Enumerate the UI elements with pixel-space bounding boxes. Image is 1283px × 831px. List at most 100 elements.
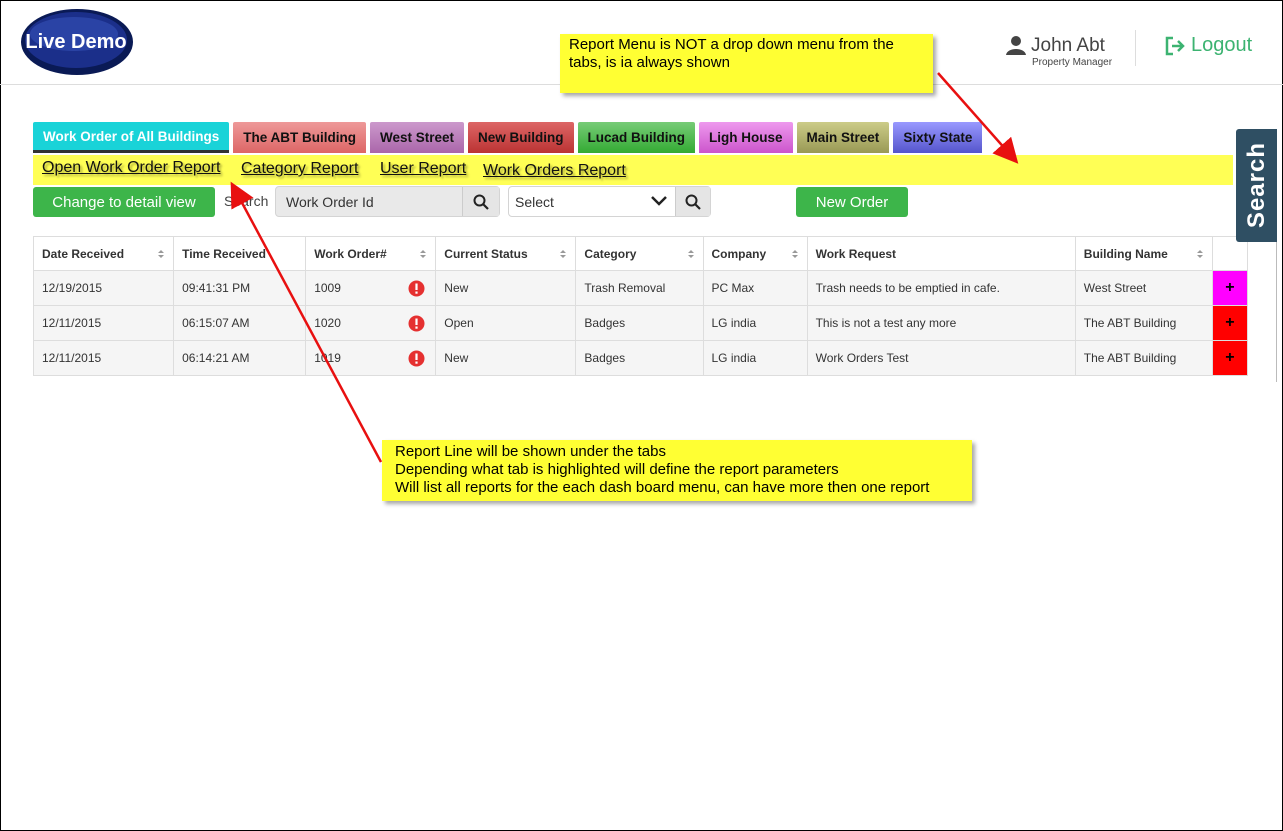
report-line-annotation: Report Line will be shown under the tabs… bbox=[382, 440, 972, 501]
search-icon bbox=[473, 194, 489, 210]
cell-work-order: 1009 bbox=[305, 270, 437, 306]
alert-icon bbox=[408, 315, 425, 332]
table-row[interactable]: 12/19/2015 09:41:31 PM 1009 New Trash Re… bbox=[32, 270, 1249, 306]
cell-work-request: Trash needs to be emptied in cafe. bbox=[806, 270, 1076, 306]
change-to-detail-view-button[interactable]: Change to detail view bbox=[33, 187, 215, 217]
tab-label: The ABT Building bbox=[243, 130, 356, 145]
alert-icon bbox=[408, 280, 425, 297]
filter-select[interactable]: Select bbox=[508, 186, 711, 217]
cell-date: 12/11/2015 bbox=[32, 340, 175, 376]
cell-work-request: Work Orders Test bbox=[806, 340, 1076, 376]
alert-icon bbox=[408, 350, 425, 367]
column-header-company[interactable]: Company bbox=[702, 236, 808, 271]
add-action-button[interactable]: + bbox=[1211, 305, 1249, 341]
logout-button[interactable]: Logout bbox=[1164, 34, 1252, 57]
tab-all-buildings[interactable]: Work Order of All Buildings bbox=[33, 122, 230, 153]
annotation-text: Report Menu is NOT a drop down menu from… bbox=[569, 36, 894, 71]
sort-icon bbox=[791, 250, 798, 258]
tab-abt-building[interactable]: The ABT Building bbox=[233, 122, 366, 153]
logout-icon bbox=[1165, 36, 1185, 55]
cell-company: LG india bbox=[702, 305, 808, 341]
column-header-work-order[interactable]: Work Order# bbox=[305, 236, 437, 271]
cell-time: 06:15:07 AM bbox=[173, 305, 307, 341]
annotation-text: Will list all reports for the each dash … bbox=[395, 479, 930, 496]
header-label: Building Name bbox=[1083, 246, 1168, 261]
column-header-current-status[interactable]: Current Status bbox=[435, 236, 577, 271]
side-search-tab[interactable]: Search bbox=[1236, 129, 1277, 242]
table-row[interactable]: 12/11/2015 06:15:07 AM 1020 Open Badges … bbox=[32, 305, 1249, 341]
tab-label: Ligh House bbox=[709, 130, 783, 145]
select-search-button[interactable] bbox=[675, 187, 710, 216]
header-label: Time Received bbox=[182, 246, 266, 261]
open-work-order-report-link[interactable]: Open Work Order Report bbox=[42, 159, 220, 177]
user-report-link[interactable]: User Report bbox=[380, 160, 466, 178]
annotation-text: Report Line will be shown under the tabs bbox=[395, 443, 666, 460]
column-header-category[interactable]: Category bbox=[575, 236, 704, 271]
sort-icon bbox=[687, 250, 694, 258]
sort-icon bbox=[158, 250, 165, 258]
sort-icon bbox=[1196, 250, 1203, 258]
header-label: Category bbox=[584, 246, 637, 261]
cell-company: PC Max bbox=[702, 270, 808, 306]
cell-date: 12/19/2015 bbox=[32, 270, 175, 306]
cell-time: 06:14:21 AM bbox=[173, 340, 307, 376]
tab-main-street[interactable]: Main Street bbox=[796, 122, 890, 153]
cell-category: Badges bbox=[575, 305, 704, 341]
sort-icon bbox=[420, 250, 427, 258]
column-header-work-request[interactable]: Work Request bbox=[806, 236, 1076, 271]
cell-status: Open bbox=[435, 305, 577, 341]
search-icon bbox=[685, 194, 701, 210]
new-order-button[interactable]: New Order bbox=[796, 187, 908, 217]
header-label: Work Order# bbox=[314, 246, 387, 261]
column-header-building-name[interactable]: Building Name bbox=[1074, 236, 1213, 271]
live-demo-logo[interactable]: Live Demo bbox=[20, 8, 135, 76]
building-tabs: Work Order of All Buildings The ABT Buil… bbox=[33, 122, 983, 153]
tab-lucad-building[interactable]: Lucad Building bbox=[577, 122, 696, 153]
category-report-link[interactable]: Category Report bbox=[241, 160, 358, 178]
cell-date: 12/11/2015 bbox=[32, 305, 175, 341]
add-action-button[interactable]: + bbox=[1211, 270, 1249, 306]
cell-category: Badges bbox=[575, 340, 704, 376]
cell-time: 09:41:31 PM bbox=[173, 270, 307, 306]
work-order-search-input[interactable]: Work Order Id bbox=[275, 186, 500, 217]
table-row[interactable]: 12/11/2015 06:14:21 AM 1019 New Badges L… bbox=[32, 340, 1249, 376]
side-panel-edge bbox=[1276, 242, 1277, 382]
tab-sixty-state[interactable]: Sixty State bbox=[893, 122, 983, 153]
header-label: Work Request bbox=[815, 246, 897, 261]
report-menu-annotation: Report Menu is NOT a drop down menu from… bbox=[560, 34, 933, 93]
search-button[interactable] bbox=[462, 187, 499, 216]
work-order-number: 1020 bbox=[314, 316, 341, 330]
cell-work-order: 1020 bbox=[305, 305, 437, 341]
cell-company: LG india bbox=[702, 340, 808, 376]
column-header-date-received[interactable]: Date Received bbox=[32, 236, 175, 271]
select-value: Select bbox=[515, 194, 554, 210]
column-header-time-received[interactable]: Time Received bbox=[173, 236, 307, 271]
cell-work-order: 1019 bbox=[305, 340, 437, 376]
cell-status: New bbox=[435, 270, 577, 306]
cell-building: The ABT Building bbox=[1074, 305, 1213, 341]
chevron-down-icon bbox=[651, 196, 667, 206]
table-header-row: Date Received Time Received Work Order# … bbox=[32, 236, 1249, 271]
work-orders-table: Date Received Time Received Work Order# … bbox=[32, 236, 1249, 376]
annotation-text: Depending what tab is highlighted will d… bbox=[395, 461, 839, 478]
sort-icon bbox=[560, 250, 567, 258]
search-value: Work Order Id bbox=[286, 194, 374, 210]
tab-new-building[interactable]: New Building bbox=[468, 122, 574, 153]
user-icon bbox=[1006, 36, 1026, 55]
logout-label: Logout bbox=[1191, 34, 1253, 56]
tab-ligh-house[interactable]: Ligh House bbox=[699, 122, 793, 153]
tab-label: New Building bbox=[478, 130, 564, 145]
user-role: Property Manager bbox=[1032, 57, 1113, 68]
header-label: Current Status bbox=[444, 246, 528, 261]
work-orders-report-link[interactable]: Work Orders Report bbox=[483, 162, 626, 180]
header-divider bbox=[1135, 30, 1136, 66]
cell-category: Trash Removal bbox=[575, 270, 704, 306]
user-name: John Abt bbox=[1031, 35, 1105, 56]
header-label: Date Received bbox=[42, 246, 125, 261]
tab-label: Lucad Building bbox=[587, 130, 686, 145]
cell-building: West Street bbox=[1074, 270, 1213, 306]
tab-west-street[interactable]: West Street bbox=[370, 122, 465, 153]
add-action-button[interactable]: + bbox=[1211, 340, 1249, 376]
tab-label: West Street bbox=[380, 130, 455, 145]
tab-label: Work Order of All Buildings bbox=[43, 128, 220, 144]
